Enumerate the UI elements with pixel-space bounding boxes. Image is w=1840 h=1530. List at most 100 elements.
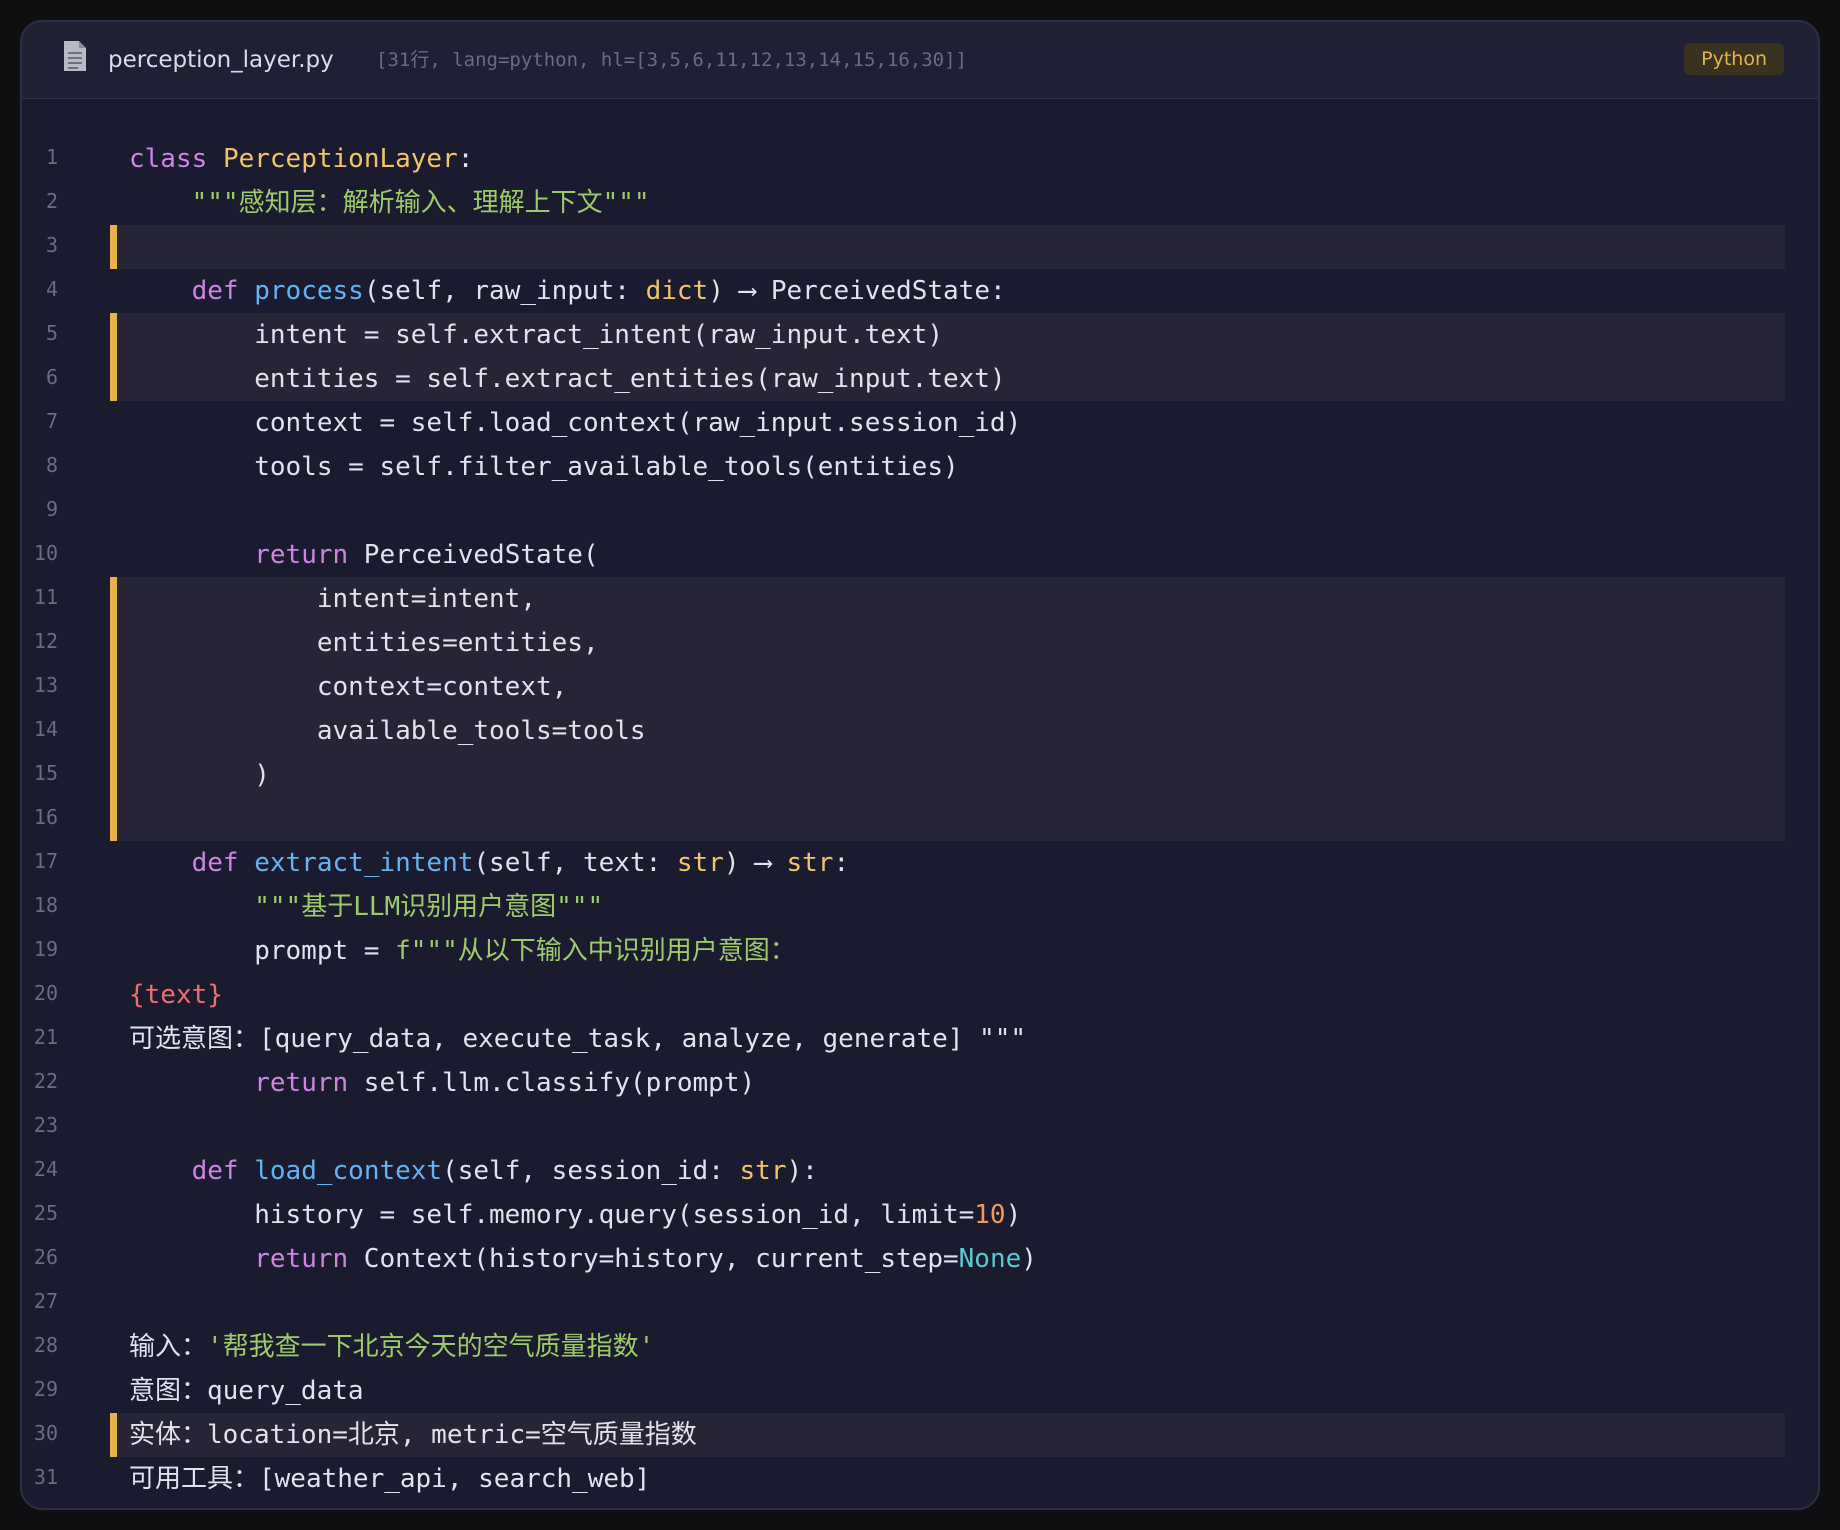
code-line: 13 context=context, [22,665,1818,709]
line-number: 21 [33,1025,58,1049]
language-badge: Python [1684,43,1784,75]
code-token: def [191,848,239,878]
code-token: PerceivedState( [348,540,599,570]
line-number: 1 [45,145,58,169]
code-token: intent=intent, [129,584,536,614]
line-number: 17 [33,849,58,873]
line-number: 27 [33,1289,58,1313]
code-token: process [254,276,364,306]
code-line: 3 [22,225,1818,269]
code-token: 输入： [129,1332,208,1362]
line-source: 输入：'帮我查一下北京今天的空气质量指数' [129,1325,654,1369]
line-source: available_tools=tools [129,709,646,753]
code-token: """基于LLM识别用户意图""" [254,892,604,922]
line-number: 25 [33,1201,58,1225]
line-number: 14 [33,717,58,741]
code-token: history = self.memory.query(session_id, … [129,1200,975,1230]
line-number: 6 [45,365,58,389]
code-token: available_tools=tools [129,716,646,746]
code-line: 8 tools = self.filter_available_tools(en… [22,445,1818,489]
line-number: 7 [45,409,58,433]
line-number: 5 [45,321,58,345]
code-token: dict [645,276,709,306]
line-source: prompt = f"""从以下输入中识别用户意图： [129,929,796,973]
code-line: 16 [22,797,1818,841]
line-number: 30 [33,1421,58,1445]
line-source: intent = self.extract_intent(raw_input.t… [129,313,943,357]
code-token: (self, text: [473,848,677,878]
code-line: 10 return PerceivedState( [22,533,1818,577]
line-number: 11 [33,585,58,609]
code-token: 10 [974,1200,1006,1230]
line-number: 10 [33,541,58,565]
code-token: context = self.load_context(raw_input.se… [129,408,1022,438]
line-number: 3 [45,233,58,257]
file-name: perception_layer.py [108,47,334,73]
line-source: entities = self.extract_entities(raw_inp… [129,357,1006,401]
code-token: tools = self.filter_available_tools(enti… [129,452,959,482]
line-number: 26 [33,1245,58,1269]
code-token: ): [786,1156,818,1186]
code-line: 7 context = self.load_context(raw_input.… [22,401,1818,445]
code-line: 15 ) [22,753,1818,797]
code-line: 11 intent=intent, [22,577,1818,621]
code-line: 27 [22,1281,1818,1325]
line-source: history = self.memory.query(session_id, … [129,1193,1021,1237]
line-number: 31 [33,1465,58,1489]
line-source: entities=entities, [129,621,599,665]
line-number: 19 [33,937,58,961]
code-token: None [958,1244,1022,1274]
code-token: return [254,1244,349,1274]
code-token: f"""从以下输入中识别用户意图： [395,936,796,966]
code-token: Context(history=history, current_step= [348,1244,959,1274]
code-line: 22 return self.llm.classify(prompt) [22,1061,1818,1105]
code-line: 17 def extract_intent(self, text: str) ⟶… [22,841,1818,885]
line-number: 13 [33,673,58,697]
code-line: 25 history = self.memory.query(session_i… [22,1193,1818,1237]
line-number: 4 [45,277,58,301]
line-number: 16 [33,805,58,829]
code-token: def [191,1156,239,1186]
line-source: def process(self, raw_input: dict) ⟶ Per… [129,269,1006,313]
code-viewer-window: perception_layer.py [31行, lang=python, h… [20,20,1820,1510]
document-icon [64,41,86,71]
code-token: PerceptionLayer [222,144,458,174]
code-line: 18 """基于LLM识别用户意图""" [22,885,1818,929]
code-line: 6 entities = self.extract_entities(raw_i… [22,357,1818,401]
line-number: 28 [33,1333,58,1357]
code-token: str [739,1156,787,1186]
line-source: 可用工具：[weather_api, search_web] [129,1457,650,1501]
code-token: entities = self.extract_entities(raw_inp… [129,364,1006,394]
line-source: return Context(history=history, current_… [129,1237,1037,1281]
code-token: '帮我查一下北京今天的空气质量指数' [207,1332,655,1362]
line-number: 23 [33,1113,58,1137]
code-line: 20 {text} [22,973,1818,1017]
code-token: """感知层：解析输入、理解上下文""" [191,188,650,218]
code-token: str [786,848,834,878]
code-line: 5 intent = self.extract_intent(raw_input… [22,313,1818,357]
code-token: class [129,144,208,174]
line-source: {text} [129,973,223,1017]
line-source: def extract_intent(self, text: str) ⟶ st… [129,841,850,885]
code-token: context=context, [129,672,568,702]
code-block[interactable]: 1 class PerceptionLayer: 2 """感知层：解析输入、理解上… [22,137,1818,1501]
code-token: extract_intent [254,848,474,878]
code-token: self.llm.classify(prompt) [348,1068,756,1098]
code-token: str [676,848,724,878]
code-line: 9 [22,489,1818,533]
code-line: 23 [22,1105,1818,1149]
line-number: 24 [33,1157,58,1181]
line-number: 9 [45,497,58,521]
code-line: 1 class PerceptionLayer: [22,137,1818,181]
code-token: ) [1005,1200,1022,1230]
